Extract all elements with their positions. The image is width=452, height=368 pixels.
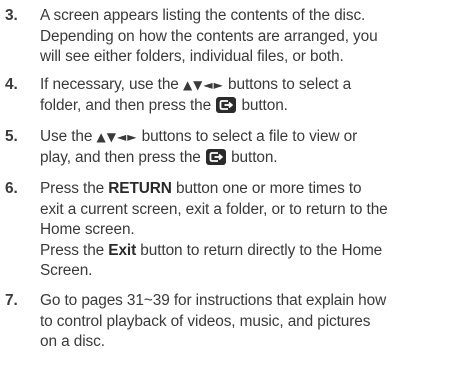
step-text-line: on a disc.: [40, 333, 105, 350]
text-fragment: Press the: [40, 241, 109, 259]
step-text-line: to control playback of videos, music, an…: [40, 312, 371, 330]
step-7: 7. Go to pages 31~39 for instructions th…: [0, 291, 452, 353]
enter-key-icon: [216, 96, 237, 113]
step-number: 3.: [5, 7, 18, 24]
text-fragment: Use the: [40, 128, 97, 145]
step-number: 6.: [5, 180, 18, 197]
step-text-line: exit a current screen, exit a folder, or…: [40, 200, 388, 218]
step-4: 4. If necessary, use the ▲▼◄► buttons to…: [0, 75, 452, 116]
text-fragment: If necessary, use the: [40, 76, 183, 93]
return-button-label: RETURN: [108, 180, 172, 197]
step-text-line: Depending on how the contents are arrang…: [40, 27, 378, 45]
step-5: 5. Use the ▲▼◄► buttons to select a file…: [0, 127, 452, 168]
step-number: 5.: [5, 128, 18, 145]
step-text-line: If necessary, use the ▲▼◄► buttons to se…: [40, 75, 452, 96]
exit-button-label: Exit: [108, 241, 137, 259]
text-fragment: button.: [237, 96, 288, 114]
step-text-line: Screen.: [40, 262, 93, 279]
step-number: 4.: [5, 76, 18, 93]
step-text-line: A screen appears listing the contents of…: [40, 7, 366, 24]
text-fragment: Press the: [40, 180, 109, 197]
step-text-line: Press the Exit button to return directly…: [40, 241, 452, 262]
text-fragment: buttons to select a: [223, 76, 352, 93]
text-fragment: button one or more times to: [171, 180, 362, 197]
step-3: 3. A screen appears listing the contents…: [0, 6, 452, 68]
arrow-buttons-icon: ▲▼◄►: [96, 130, 138, 144]
step-text-line: Home screen.: [40, 221, 135, 238]
text-fragment: button.: [226, 148, 278, 166]
text-fragment: button to return directly to the Home: [136, 241, 383, 259]
step-text-line: Use the ▲▼◄► buttons to select a file to…: [40, 127, 452, 148]
enter-key-icon: [205, 148, 226, 165]
step-text-line: folder, and then press the button.: [40, 96, 452, 117]
step-text-line: Go to pages 31~39 for instructions that …: [40, 292, 387, 309]
arrow-buttons-icon: ▲▼◄►: [182, 78, 224, 92]
step-number: 7.: [5, 292, 18, 309]
text-fragment: buttons to select a file to view or: [137, 128, 358, 145]
step-6: 6. Press the RETURN button one or more t…: [0, 179, 452, 282]
text-fragment: folder, and then press the: [40, 96, 216, 114]
step-text-line: Press the RETURN button one or more time…: [40, 179, 452, 200]
text-fragment: play, and then press the: [40, 148, 205, 166]
step-text-line: play, and then press the button.: [40, 148, 452, 169]
step-text-line: will see either folders, individual file…: [40, 48, 344, 65]
